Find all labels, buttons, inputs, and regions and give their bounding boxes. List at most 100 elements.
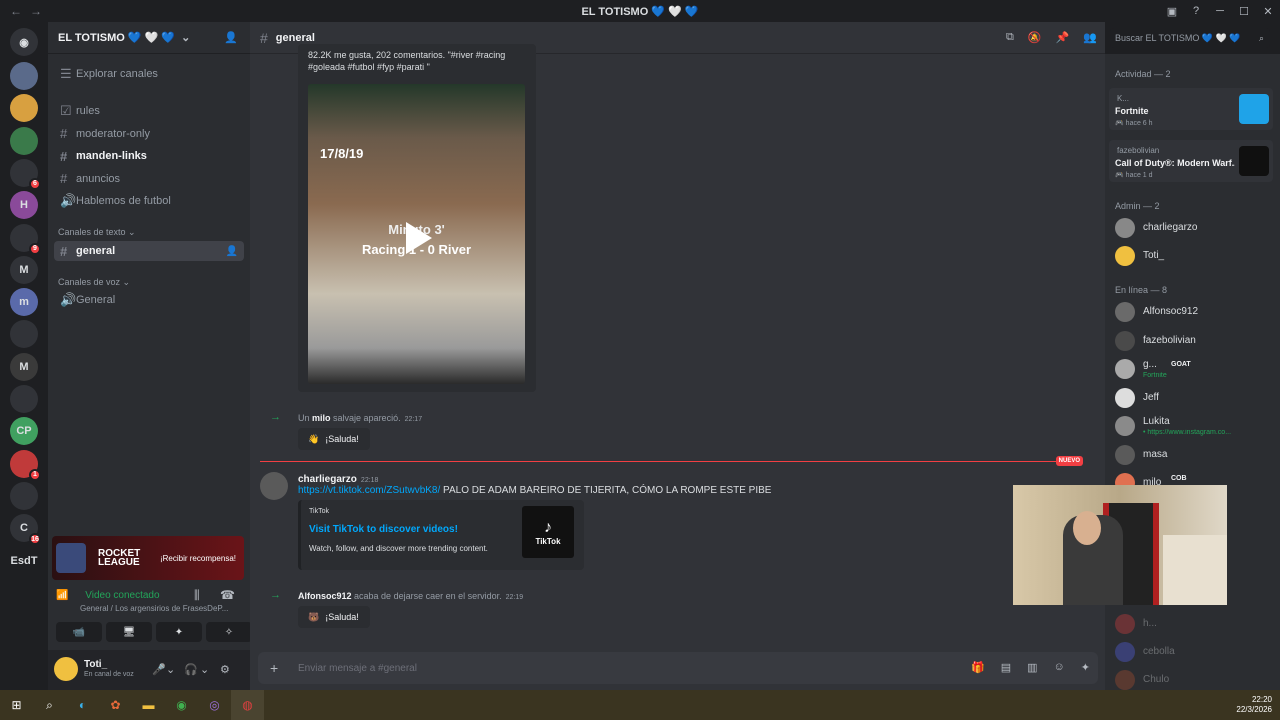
plus-icon[interactable]: + xyxy=(270,660,278,676)
server-icon[interactable] xyxy=(10,94,38,123)
gift-icon[interactable]: 🎁 xyxy=(971,661,985,674)
text-category[interactable]: Canales de texto ⌄ xyxy=(58,227,136,238)
server-icon[interactable]: m xyxy=(10,288,38,317)
server-icon[interactable]: 9 xyxy=(10,223,41,255)
message-header: charliegarzo 22:18 xyxy=(298,470,378,485)
browser-icon[interactable]: ◎ xyxy=(198,690,231,720)
server-icon[interactable]: 1 xyxy=(10,449,41,481)
server-icon[interactable]: EsdT xyxy=(9,547,39,575)
invite-icon[interactable]: 👤 xyxy=(224,31,238,44)
channel-item[interactable]: ☑ rules xyxy=(54,101,244,121)
server-icon[interactable]: C 16 xyxy=(10,514,41,546)
channel-item[interactable]: # manden-links xyxy=(54,146,244,166)
inbox-icon[interactable]: ▣ xyxy=(1160,5,1184,18)
member-name: charliegarzo xyxy=(1143,222,1198,233)
join-arrow-icon: → xyxy=(270,411,281,423)
search-input[interactable]: Buscar EL TOTISMO 💙 🤍 💙 ⌕ xyxy=(1110,28,1270,48)
member-item[interactable]: Chulo xyxy=(1113,668,1273,692)
microphone-icon[interactable]: 🎤 xyxy=(152,663,166,676)
system-user[interactable]: Alfonsoc912 xyxy=(298,591,352,601)
member-item[interactable]: charliegarzo xyxy=(1113,216,1273,240)
message-link[interactable]: https://vt.tiktok.com/ZSutwvbK8/ xyxy=(298,485,440,496)
add-member-icon[interactable]: 👤 xyxy=(226,246,238,257)
channel-item[interactable]: # anuncios xyxy=(54,169,244,189)
discord-home-icon[interactable]: ◉ xyxy=(10,28,38,56)
member-item[interactable]: Alfonsoc912 xyxy=(1113,300,1273,324)
file-explorer-icon[interactable]: ▬ xyxy=(132,690,165,720)
server-icon[interactable] xyxy=(10,126,38,155)
threads-icon[interactable]: ⧉ xyxy=(1006,31,1014,44)
chrome-icon[interactable]: ◉ xyxy=(165,690,198,720)
server-icon[interactable]: 6 xyxy=(10,158,41,190)
message-author[interactable]: charliegarzo xyxy=(298,474,357,485)
voice-sub[interactable]: General / Los argensirios de FrasesDeP..… xyxy=(80,604,230,613)
camera-button[interactable]: 📹 xyxy=(56,622,102,642)
disconnect-icon[interactable]: ☎ xyxy=(220,588,235,602)
soundboard-button[interactable]: ✧ xyxy=(206,622,252,642)
server-icon[interactable]: M xyxy=(10,255,38,284)
noise-icon[interactable]: ⫼ xyxy=(194,588,200,603)
help-icon[interactable]: ? xyxy=(1184,5,1208,17)
minimize-button[interactable]: ─ xyxy=(1208,5,1232,17)
message-input[interactable]: Enviar mensaje a #general xyxy=(298,663,417,674)
copilot-icon[interactable]: ✿ xyxy=(99,690,132,720)
server-icon[interactable] xyxy=(10,320,38,349)
member-item[interactable]: Lukita • https://www.instagram.co... xyxy=(1113,414,1273,438)
mute-icon[interactable]: 🔕 xyxy=(1028,31,1042,44)
search-icon[interactable]: ⌕ xyxy=(33,690,66,720)
chevron-down-icon[interactable]: ⌄ xyxy=(166,663,175,676)
activity-card[interactable]: fazebolivian Call of Duty®: Modern Warf..… xyxy=(1109,140,1273,182)
wave-button[interactable]: 👋 ¡Saluda! xyxy=(298,428,370,450)
server-icon[interactable] xyxy=(10,481,38,510)
embed-title[interactable]: Visit TikTok to discover videos! xyxy=(309,524,458,535)
member-name: Toti_ xyxy=(1143,250,1165,261)
promo-cta[interactable]: ¡Recibir recompensa! xyxy=(160,554,236,563)
activities-button[interactable]: ✦ xyxy=(156,622,202,642)
headphones-icon[interactable]: 🎧 xyxy=(184,663,198,676)
close-button[interactable]: ✕ xyxy=(1256,5,1280,18)
app-icon[interactable]: ◍ xyxy=(231,690,264,720)
music-note-icon: ♪ xyxy=(544,518,552,536)
apps-icon[interactable]: ✦ xyxy=(1081,661,1090,674)
member-item[interactable]: cebolla xyxy=(1113,640,1273,664)
member-item[interactable]: Toti_ xyxy=(1113,244,1273,268)
server-icon[interactable] xyxy=(10,385,38,413)
wave-button[interactable]: 🐻 ¡Saluda! xyxy=(298,606,370,628)
channel-general[interactable]: # general 👤 xyxy=(54,241,244,261)
rocket-league-promo[interactable]: ROCKET LEAGUE ¡Recibir recompensa! xyxy=(52,536,244,580)
windows-start-icon[interactable]: ⊞ xyxy=(0,690,33,720)
edge-icon[interactable]: ◐ xyxy=(66,690,99,720)
browse-channels[interactable]: ☰ Explorar canales xyxy=(54,64,244,84)
server-icon[interactable] xyxy=(10,62,38,90)
server-icon[interactable]: M xyxy=(10,352,38,381)
chevron-down-icon[interactable]: ⌄ xyxy=(200,663,209,676)
guild-header[interactable]: EL TOTISMO 💙 🤍 💙 ⌄ 👤 xyxy=(48,22,250,54)
sticker-icon[interactable]: ▥ xyxy=(1027,661,1037,674)
voice-channel-general[interactable]: 🔊 General xyxy=(54,290,244,310)
message-composer[interactable]: + Enviar mensaje a #general 🎁 ▤ ▥ ☺ ✦ xyxy=(258,652,1098,684)
screenshare-button[interactable]: 🖥 xyxy=(106,622,152,642)
gear-icon[interactable]: ⚙ xyxy=(220,663,230,676)
emoji-icon[interactable]: ☺ xyxy=(1054,661,1065,674)
member-item[interactable]: g... Fortnite GOAT xyxy=(1113,357,1273,381)
avatar[interactable] xyxy=(54,657,78,681)
system-user[interactable]: milo xyxy=(312,413,331,423)
member-item[interactable]: fazebolivian xyxy=(1113,329,1273,353)
channel-item[interactable]: # moderator-only xyxy=(54,124,244,144)
avatar[interactable] xyxy=(260,472,288,500)
member-item[interactable]: masa xyxy=(1113,443,1273,467)
voice-category[interactable]: Canales de voz ⌄ xyxy=(58,277,130,288)
maximize-button[interactable]: ☐ xyxy=(1232,5,1256,18)
activity-card[interactable]: K... Fortnite 🎮 hace 6 h xyxy=(1109,88,1273,130)
member-list-icon[interactable]: 👥 xyxy=(1083,31,1097,44)
server-icon[interactable]: CP xyxy=(10,417,38,446)
server-icon[interactable]: H xyxy=(10,191,38,220)
member-item[interactable]: h... xyxy=(1113,612,1273,636)
play-icon[interactable] xyxy=(406,222,432,254)
browse-label: Explorar canales xyxy=(76,68,158,80)
pin-icon[interactable]: 📌 xyxy=(1056,31,1070,44)
video-thumbnail[interactable]: 17/8/19 Minuto 3' Racing 1 - 0 River xyxy=(308,84,525,384)
gif-icon[interactable]: ▤ xyxy=(1001,661,1011,674)
member-item[interactable]: Jeff xyxy=(1113,386,1273,410)
channel-item[interactable]: 🔊 Hablemos de futbol xyxy=(54,191,244,211)
